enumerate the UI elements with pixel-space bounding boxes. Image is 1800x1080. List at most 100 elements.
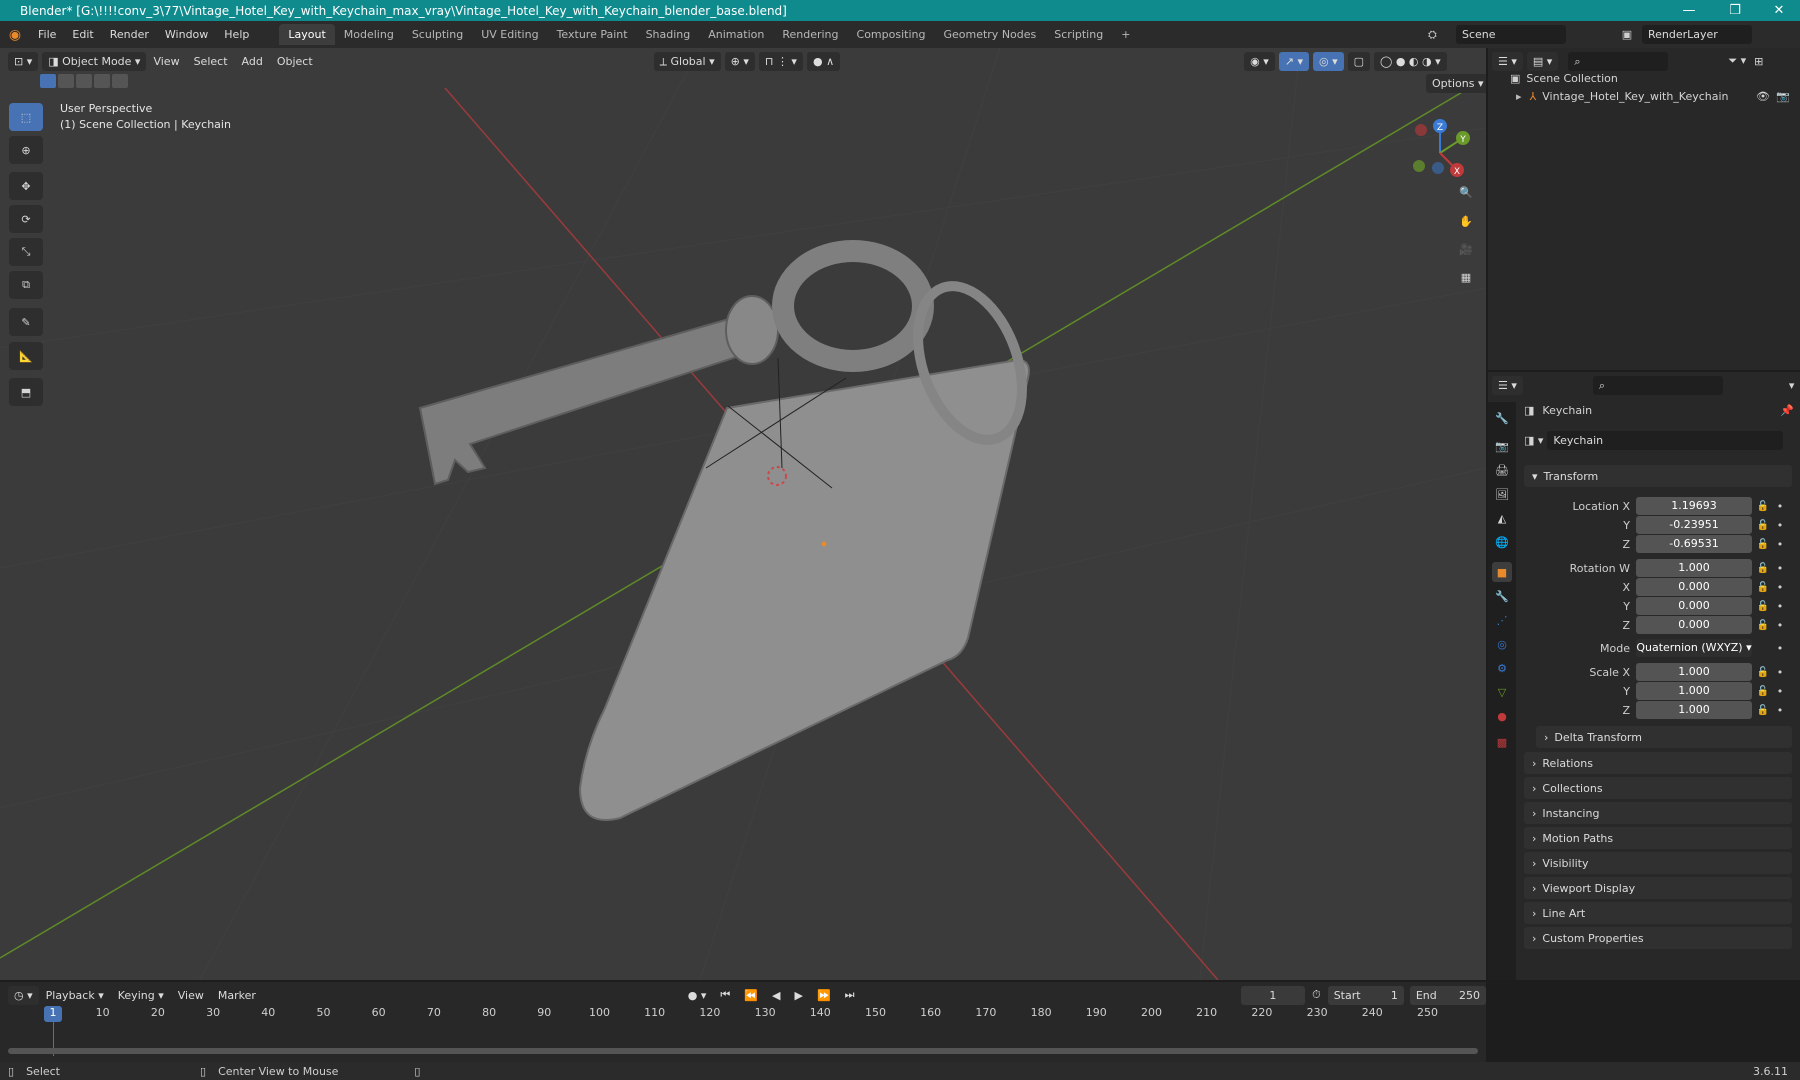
rotation-z-field[interactable]: 0.000 (1636, 616, 1752, 634)
lock-icon[interactable]: 🔓 (1752, 563, 1774, 574)
blender-logo-icon[interactable]: ◉ (0, 27, 30, 43)
snap-icon[interactable]: ⊓ ⋮ ▾ (758, 51, 803, 71)
viewport-display-panel-header[interactable]: › Viewport Display (1524, 877, 1792, 899)
viewport-menu-object[interactable]: Object (270, 55, 320, 68)
add-cube-tool-icon[interactable]: ⬒ (9, 378, 43, 406)
tab-rendering[interactable]: Rendering (773, 24, 847, 45)
navigation-gizmo[interactable]: Z Y X (1400, 108, 1480, 188)
properties-editor-type-icon[interactable]: ☰ ▾ (1492, 375, 1523, 395)
tool-tab-icon[interactable]: 🔧 (1492, 408, 1512, 428)
modifier-tab-icon[interactable]: 🔧 (1492, 586, 1512, 606)
output-tab-icon[interactable]: 🖨 (1492, 460, 1512, 480)
world-tab-icon[interactable]: 🌐 (1492, 532, 1512, 552)
select-subtract-icon[interactable] (76, 74, 92, 88)
tab-animation[interactable]: Animation (699, 24, 773, 45)
scene-tab-icon[interactable]: ◭ (1492, 508, 1512, 528)
add-workspace-button[interactable]: + (1112, 24, 1139, 45)
keyframe-dot-icon[interactable]: • (1774, 500, 1786, 513)
menu-file[interactable]: File (30, 28, 64, 41)
lock-icon[interactable]: 🔓 (1752, 501, 1774, 512)
properties-options-icon[interactable]: ▾ (1789, 379, 1795, 392)
keyframe-dot-icon[interactable]: • (1774, 666, 1786, 679)
tab-scripting[interactable]: Scripting (1045, 24, 1112, 45)
tab-shading[interactable]: Shading (637, 24, 700, 45)
overlay-toggle-icon[interactable]: ◎ ▾ (1313, 51, 1344, 71)
keyframe-dot-icon[interactable]: • (1774, 704, 1786, 717)
zoom-icon[interactable]: 🔍 (1453, 179, 1479, 205)
tab-modeling[interactable]: Modeling (335, 24, 403, 45)
visibility-icon[interactable]: ◉ ▾ (1244, 51, 1275, 71)
outliner-visibility-eye-icon[interactable]: 👁 (1756, 90, 1770, 103)
editor-type-icon[interactable]: ⊡ ▾ (8, 51, 39, 71)
move-tool-icon[interactable]: ✥ (9, 172, 43, 200)
collections-panel-header[interactable]: › Collections (1524, 777, 1792, 799)
cursor-tool-icon[interactable]: ⊕ (9, 136, 43, 164)
annotate-tool-icon[interactable]: ✎ (9, 308, 43, 336)
tab-uv-editing[interactable]: UV Editing (472, 24, 547, 45)
transform-tool-icon[interactable]: ⧉ (9, 271, 43, 299)
lock-icon[interactable]: 🔓 (1752, 667, 1774, 678)
relations-panel-header[interactable]: › Relations (1524, 752, 1792, 774)
particles-tab-icon[interactable]: ⋰ (1492, 610, 1512, 630)
motion-paths-panel-header[interactable]: › Motion Paths (1524, 827, 1792, 849)
lock-icon[interactable]: 🔓 (1752, 582, 1774, 593)
menu-help[interactable]: Help (216, 28, 257, 41)
line-art-panel-header[interactable]: › Line Art (1524, 902, 1792, 924)
orientation-dropdown[interactable]: ⟂ Global ▾ (653, 51, 721, 71)
menu-edit[interactable]: Edit (64, 28, 101, 41)
keyframe-dot-icon[interactable]: • (1774, 562, 1786, 575)
lock-icon[interactable]: 🔓 (1752, 601, 1774, 612)
viewport-scene[interactable] (0, 48, 1486, 980)
view-layer-selector[interactable]: RenderLayer (1642, 25, 1752, 44)
rotation-x-field[interactable]: 0.000 (1636, 578, 1752, 596)
scale-z-field[interactable]: 1.000 (1636, 701, 1752, 719)
keyframe-dot-icon[interactable]: • (1774, 538, 1786, 551)
lock-icon[interactable]: 🔓 (1752, 620, 1774, 631)
measure-tool-icon[interactable]: 📐 (9, 342, 43, 370)
menu-render[interactable]: Render (102, 28, 157, 41)
select-box-tool-icon[interactable]: ⬚ (9, 103, 43, 131)
xray-icon[interactable]: ▢ (1347, 51, 1371, 71)
3d-viewport[interactable]: ⊡ ▾ ◨ Object Mode ▾ View Select Add Obje… (0, 48, 1486, 980)
tab-texture-paint[interactable]: Texture Paint (548, 24, 637, 45)
ortho-grid-icon[interactable]: ▦ (1453, 264, 1479, 290)
new-collection-icon[interactable]: ⊞ (1754, 55, 1763, 68)
instancing-panel-header[interactable]: › Instancing (1524, 802, 1792, 824)
location-y-field[interactable]: -0.23951 (1636, 516, 1752, 534)
keyframe-dot-icon[interactable]: • (1774, 685, 1786, 698)
viewport-menu-add[interactable]: Add (235, 55, 270, 68)
options-button[interactable]: Options ▾ (1426, 74, 1486, 93)
close-button[interactable]: ✕ (1756, 0, 1800, 21)
lock-icon[interactable]: 🔓 (1752, 705, 1774, 716)
render-tab-icon[interactable]: 📷 (1492, 436, 1512, 456)
location-x-field[interactable]: 1.19693 (1636, 497, 1752, 515)
lock-icon[interactable]: 🔓 (1752, 520, 1774, 531)
physics-tab-icon[interactable]: ◎ (1492, 634, 1512, 654)
rotation-w-field[interactable]: 1.000 (1636, 559, 1752, 577)
timeline-scrollbar[interactable] (8, 1048, 1478, 1054)
scale-x-field[interactable]: 1.000 (1636, 663, 1752, 681)
outliner-search-input[interactable]: ⌕ (1568, 51, 1669, 71)
keyframe-dot-icon[interactable]: • (1774, 642, 1786, 655)
tab-compositing[interactable]: Compositing (848, 24, 935, 45)
viewport-menu-view[interactable]: View (146, 55, 186, 68)
proportional-edit-icon[interactable]: ● ∧ (806, 51, 841, 71)
properties-search-input[interactable]: ⌕ (1592, 375, 1723, 395)
shading-modes-icon[interactable]: ◯ ● ◐ ◑ ▾ (1374, 51, 1447, 71)
keyframe-dot-icon[interactable]: • (1774, 600, 1786, 613)
expand-arrow-icon[interactable]: ▸ (1516, 90, 1522, 103)
outliner-render-camera-icon[interactable]: 📷 (1776, 90, 1790, 103)
select-intersect-icon[interactable] (112, 74, 128, 88)
view-layer-icon[interactable]: ▣ (1612, 28, 1642, 41)
timeline-track[interactable]: 1 10 20 30 40 50 60 70 80 90 100 110 120 130 140 150 160… (0, 1006, 1486, 1056)
lock-icon[interactable]: 🔓 (1752, 686, 1774, 697)
lock-icon[interactable]: 🔓 (1752, 539, 1774, 550)
pan-hand-icon[interactable]: ✋ (1453, 208, 1479, 234)
pin-icon[interactable]: 📌 (1780, 404, 1794, 417)
delta-transform-header[interactable]: › Delta Transform (1536, 726, 1792, 748)
scene-icon[interactable]: ⛭ (1428, 28, 1456, 42)
tab-sculpting[interactable]: Sculpting (403, 24, 472, 45)
tab-layout[interactable]: Layout (279, 24, 335, 45)
texture-tab-icon[interactable]: ▩ (1492, 732, 1512, 752)
rotation-y-field[interactable]: 0.000 (1636, 597, 1752, 615)
